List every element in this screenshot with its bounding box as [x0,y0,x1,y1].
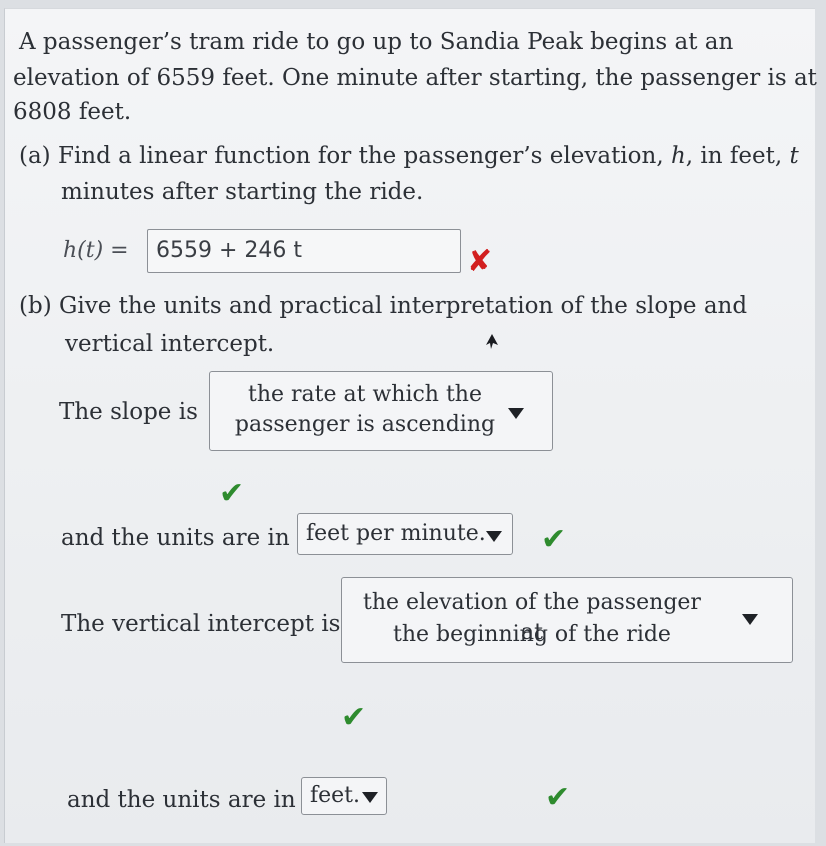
check-icon: ✔ [545,780,571,815]
chevron-down-icon [486,531,502,542]
var-t: t [789,143,799,169]
check-icon: ✔ [341,700,367,735]
cross-icon: ✘ [467,244,493,279]
slope-label: The slope is [59,399,198,425]
part-b-question-line-2: vertical intercept. [65,331,275,357]
check-icon: ✔ [541,522,567,557]
intercept-label: The vertical intercept is [61,611,341,637]
chevron-down-icon [362,792,378,803]
question-panel: A passenger’s tram ride to go up to Sand… [4,8,817,843]
chevron-down-icon [742,614,758,625]
part-a-answer-value: 6559 + 246 t [156,238,303,263]
slope-selected-line-1: the rate at which the [247,382,482,407]
problem-line-2: elevation of 6559 feet. One minute after… [13,65,817,91]
part-a-question-line-1: (a) Find a linear function for the passe… [19,139,799,173]
part-b-text-1: Give the units and practical interpretat… [58,293,748,319]
check-icon: ✔ [219,476,245,511]
slope-interpretation-dropdown[interactable]: the rate at which the passenger is ascen… [209,371,553,451]
problem-line-3: 6808 feet. [13,99,132,125]
problem-line-1: A passenger’s tram ride to go up to Sand… [19,29,734,55]
var-h: h [670,143,686,169]
part-a-answer-input[interactable]: 6559 + 246 t [147,229,461,273]
chevron-down-icon [508,408,524,419]
slope-units-label: and the units are in [61,525,290,551]
intercept-units-dropdown[interactable]: feet. [301,777,387,815]
slope-units-dropdown[interactable]: feet per minute. [297,513,513,555]
intercept-units-label: and the units are in [67,787,296,813]
intercept-units-selected: feet. [310,783,361,808]
slope-selected-line-2: passenger is ascending [234,412,496,437]
mouse-cursor-icon [486,334,498,349]
intercept-interpretation-dropdown[interactable]: the elevation of the passenger at the be… [341,577,793,663]
part-a-label: (a) [19,143,51,169]
slope-units-selected: feet per minute. [306,521,486,546]
intercept-selected-line-2: the beginning of the ride [393,622,671,647]
part-b-question-line-1: (b) Give the units and practical interpr… [19,289,747,323]
part-a-text-2: , in feet, [685,143,783,169]
part-a-question-line-2: minutes after starting the ride. [61,179,424,205]
part-a-text-1: Find a linear function for the passenger… [57,143,664,169]
function-label: h(t) = [63,238,129,263]
part-b-label: (b) [19,293,52,319]
